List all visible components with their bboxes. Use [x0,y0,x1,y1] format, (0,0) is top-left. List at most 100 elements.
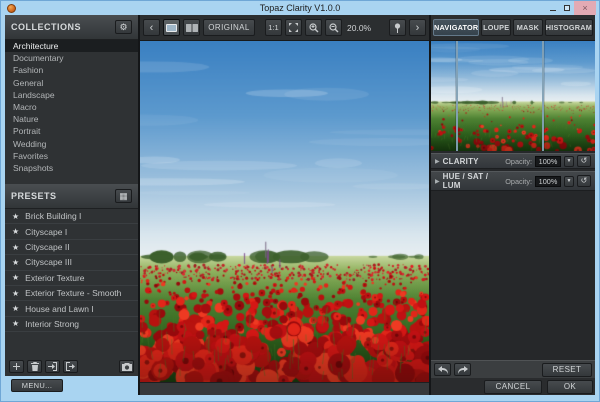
tab-mask[interactable]: MASK [513,19,543,36]
undo-button[interactable] [434,363,451,376]
forward-chevron-icon: › [416,23,420,33]
star-icon: ★ [12,212,19,221]
window-title: Topaz Clarity V1.0.0 [1,3,599,13]
close-icon: × [582,4,587,13]
title-bar[interactable]: Topaz Clarity V1.0.0 × [1,1,599,15]
collection-item-macro[interactable]: Macro [5,101,138,113]
maximize-button[interactable] [560,1,574,15]
collections-settings-button[interactable]: ⚙ [115,20,132,34]
hsl-opacity-dropdown[interactable]: ▼ [564,176,574,187]
zoom-in-icon [309,23,319,33]
collection-item-wedding[interactable]: Wedding [5,138,138,150]
minimize-button[interactable] [546,1,560,15]
collection-item-architecture[interactable]: Architecture [5,40,138,52]
cancel-button[interactable]: CANCEL [484,380,542,394]
delete-preset-button[interactable] [27,360,42,373]
main-content: COLLECTIONS ⚙ Architecture Documentary F… [5,15,595,395]
maximize-icon [564,5,570,11]
tab-histogram[interactable]: HISTOGRAM [545,19,593,36]
star-icon: ★ [12,258,19,267]
navigator-thumbnail[interactable] [431,41,595,151]
confirm-row: CANCEL OK [431,378,595,395]
close-button[interactable]: × [574,1,596,15]
zoom-in-button[interactable] [305,19,322,36]
actual-size-button[interactable]: 1:1 [265,19,282,36]
clarity-opacity-label: Opacity: [505,157,532,166]
hsl-section-header[interactable]: ▶ HUE / SAT / LUM Opacity: 100% ▼ ↺ [431,171,595,191]
redo-button[interactable] [454,363,471,376]
dropdown-icon: ▼ [567,178,572,184]
adjustments-empty-area [431,191,595,360]
split-view-button[interactable] [183,19,200,36]
presets-view-button[interactable]: ▦ [115,189,132,203]
star-icon: ★ [12,304,19,313]
preset-item[interactable]: ★Brick Building I [5,209,138,224]
preset-item[interactable]: ★House and Lawn I [5,301,138,316]
preset-item[interactable]: ★Interior Strong [5,317,138,332]
clarity-reset-button[interactable]: ↺ [577,155,591,167]
center-area: ‹ ORIGINAL 1:1 [140,15,429,395]
star-icon: ★ [12,273,19,282]
import-preset-button[interactable] [45,360,60,373]
clarity-opacity-dropdown[interactable]: ▼ [564,156,574,167]
single-view-button[interactable] [163,19,180,36]
collapse-arrow-icon: ▶ [435,158,440,165]
tab-loupe[interactable]: LOUPE [481,19,511,36]
gear-icon: ⚙ [119,23,127,32]
collection-item-documentary[interactable]: Documentary [5,52,138,64]
collection-item-fashion[interactable]: Fashion [5,64,138,76]
star-icon: ★ [12,289,19,298]
toolbar-right-group: › [389,19,426,36]
grid-icon: ▦ [119,192,128,201]
clarity-section-header[interactable]: ▶ CLARITY Opacity: 100% ▼ ↺ [431,153,595,169]
right-sidebar: NAVIGATOR LOUPE MASK HISTOGRAM ▶ CLARITY… [431,15,595,395]
panel-gap [5,174,138,184]
preset-item[interactable]: ★Cityscape I [5,224,138,239]
navigator-viewport-rect[interactable] [456,41,545,151]
star-icon: ★ [12,319,19,328]
preset-item[interactable]: ★Cityscape II [5,240,138,255]
undo-icon [438,366,448,374]
preset-item[interactable]: ★Exterior Texture - Smooth [5,286,138,301]
preset-item[interactable]: ★Exterior Texture [5,271,138,286]
original-toggle-button[interactable]: ORIGINAL [203,19,255,36]
hsl-opacity-value[interactable]: 100% [535,176,561,187]
fit-screen-icon [289,23,298,32]
fit-screen-button[interactable] [285,19,302,36]
hsl-opacity-label: Opacity: [505,177,532,186]
presets-header: PRESETS ▦ [5,184,138,209]
clarity-opacity-value[interactable]: 100% [535,156,561,167]
zoom-level-value[interactable]: 20.0% [345,23,379,33]
export-preset-button[interactable] [63,360,78,373]
add-preset-button[interactable] [9,360,24,373]
collections-header: COLLECTIONS ⚙ [5,15,138,40]
hsl-reset-button[interactable]: ↺ [577,175,591,187]
collection-item-general[interactable]: General [5,77,138,89]
collections-list: Architecture Documentary Fashion General… [5,40,138,174]
snapshot-camera-button[interactable] [119,360,134,373]
preset-item[interactable]: ★Cityscape III [5,255,138,270]
pin-button[interactable] [389,19,406,36]
menu-button[interactable]: MENU... [11,379,63,392]
toolbar-left-group: ‹ ORIGINAL [143,19,255,36]
single-view-icon [166,24,177,32]
collection-item-snapshots[interactable]: Snapshots [5,162,138,174]
redo-icon [458,366,468,374]
image-preview[interactable] [140,41,429,382]
reset-arrow-icon: ↺ [581,157,588,165]
collection-item-portrait[interactable]: Portrait [5,125,138,137]
back-button[interactable]: ‹ [143,19,160,36]
app-window: Topaz Clarity V1.0.0 × COLLECTIONS ⚙ Arc… [0,0,600,402]
collection-item-nature[interactable]: Nature [5,113,138,125]
collection-item-landscape[interactable]: Landscape [5,89,138,101]
zoom-out-button[interactable] [325,19,342,36]
tab-navigator[interactable]: NAVIGATOR [433,19,479,36]
pin-icon [394,23,401,33]
minimize-icon [550,10,556,11]
collection-item-favorites[interactable]: Favorites [5,150,138,162]
presets-empty-area [5,332,138,359]
star-icon: ★ [12,227,19,236]
reset-all-button[interactable]: RESET [542,363,592,377]
ok-button[interactable]: OK [547,380,593,394]
forward-button[interactable]: › [409,19,426,36]
